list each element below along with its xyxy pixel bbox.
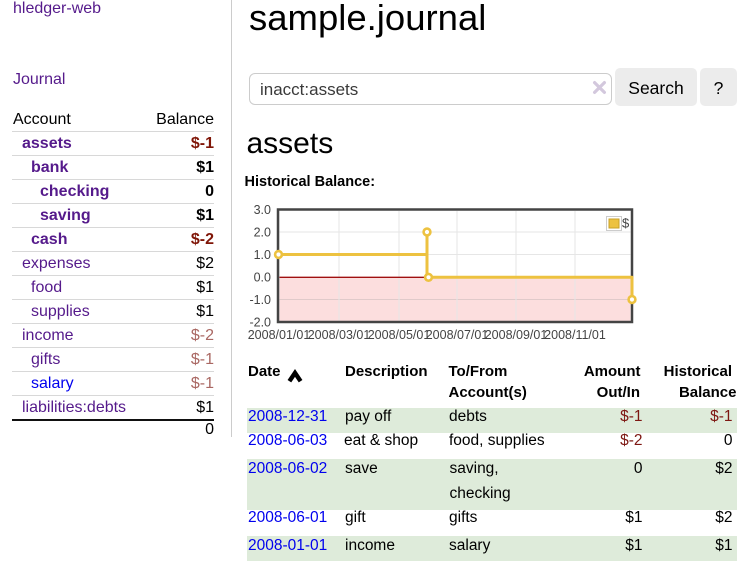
svg-text:0.0: 0.0 bbox=[254, 271, 271, 285]
svg-text:3.0: 3.0 bbox=[254, 203, 271, 217]
svg-text:-1.0: -1.0 bbox=[249, 293, 271, 307]
svg-text:$: $ bbox=[622, 216, 630, 231]
svg-text:2008/07/01: 2008/07/01 bbox=[426, 328, 489, 342]
svg-text:2008/11/01: 2008/11/01 bbox=[544, 328, 606, 342]
svg-text:1.0: 1.0 bbox=[254, 248, 271, 262]
svg-text:2008/01/01: 2008/01/01 bbox=[248, 328, 311, 342]
svg-text:2.0: 2.0 bbox=[254, 226, 271, 240]
svg-text:2008/05/01: 2008/05/01 bbox=[368, 328, 431, 342]
svg-text:2008/03/01: 2008/03/01 bbox=[308, 328, 371, 342]
svg-text:2008/09/01: 2008/09/01 bbox=[485, 328, 548, 342]
